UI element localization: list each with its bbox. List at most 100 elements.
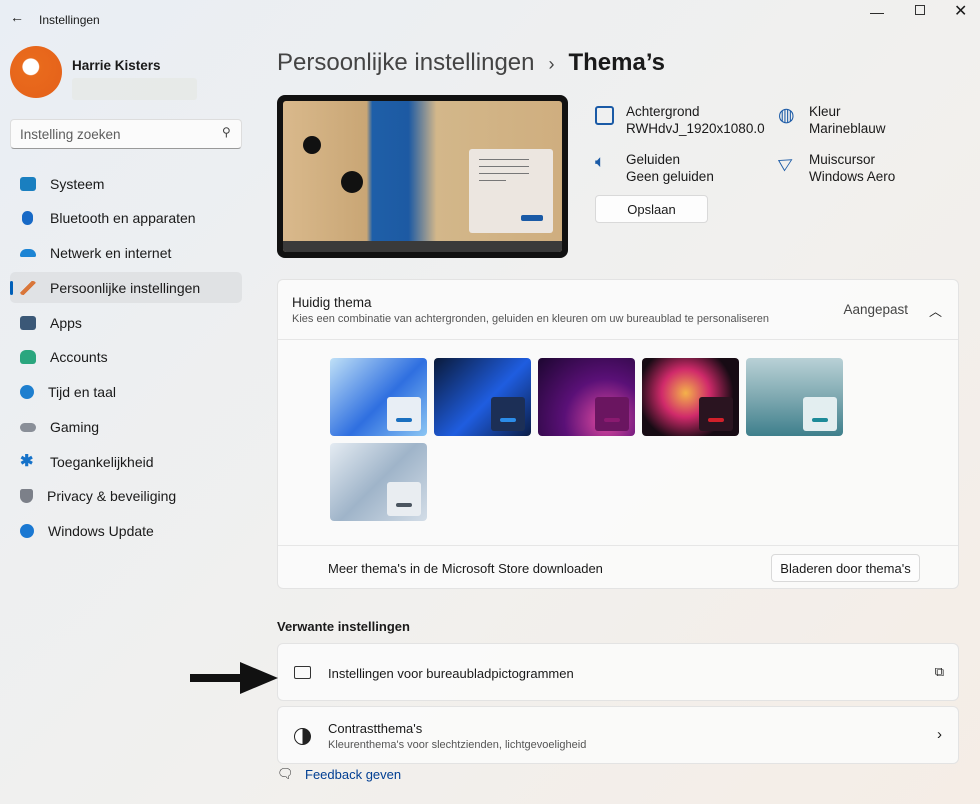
sidebar-item-label: Systeem bbox=[50, 176, 105, 192]
sidebar-item-label: Toegankelijkheid bbox=[50, 454, 154, 470]
feedback-icon: 🗨︎ bbox=[277, 766, 294, 781]
sidebar-item-persoonlijke-instellingen[interactable]: Persoonlijke instellingen bbox=[10, 272, 242, 303]
maximize-icon[interactable] bbox=[915, 5, 925, 15]
palette-icon: ◍ bbox=[778, 105, 795, 126]
theme-accent-bar bbox=[396, 418, 412, 422]
background-value: RWHdvJ_1920x1080.0 bbox=[626, 121, 765, 136]
theme-tile[interactable] bbox=[330, 443, 427, 521]
color-value: Marineblauw bbox=[809, 121, 886, 136]
chevron-up-icon[interactable]: ︿ bbox=[929, 301, 942, 320]
avatar[interactable] bbox=[10, 46, 62, 98]
cursor-icon: ▷ bbox=[775, 150, 797, 174]
desktop-icons-settings-row[interactable]: Instellingen voor bureaubladpictogrammen… bbox=[277, 643, 959, 701]
sidebar-item-apps[interactable]: Apps bbox=[10, 307, 242, 339]
annotation-arrow bbox=[190, 662, 278, 694]
theme-window-preview bbox=[387, 397, 421, 431]
sidebar-item-privacy[interactable]: Privacy & beveiliging bbox=[10, 480, 242, 512]
theme-preview bbox=[277, 95, 568, 258]
sounds-label: Geluiden bbox=[626, 152, 681, 167]
preview-wallpaper bbox=[283, 101, 562, 252]
cursor-value: Windows Aero bbox=[809, 169, 896, 184]
page-title: Thema’s bbox=[568, 49, 665, 76]
color-label: Kleur bbox=[809, 104, 841, 119]
accessibility-icon: ✱ bbox=[20, 453, 34, 470]
sidebar-item-bluetooth[interactable]: Bluetooth en apparaten bbox=[10, 202, 242, 234]
theme-tile[interactable] bbox=[642, 358, 739, 436]
sidebar-item-label: Privacy & beveiliging bbox=[47, 488, 177, 504]
monitor-icon bbox=[294, 666, 311, 679]
back-icon[interactable]: ← bbox=[10, 9, 24, 25]
sidebar-item-label: Gaming bbox=[50, 419, 100, 435]
shield-icon bbox=[20, 489, 33, 503]
theme-window-preview bbox=[699, 397, 733, 431]
update-icon bbox=[20, 524, 34, 538]
theme-tile[interactable] bbox=[434, 358, 531, 436]
related-settings-heading: Verwante instellingen bbox=[277, 619, 410, 634]
sidebar-item-label: Accounts bbox=[50, 349, 108, 365]
sidebar-item-windows-update[interactable]: Windows Update bbox=[10, 515, 242, 547]
minimize-icon[interactable]: — bbox=[870, 4, 884, 20]
search-input[interactable]: Instelling zoeken ⚲ bbox=[10, 119, 242, 149]
sidebar-item-gaming[interactable]: Gaming bbox=[10, 411, 242, 443]
system-icon bbox=[20, 177, 36, 191]
theme-window-preview bbox=[595, 397, 629, 431]
current-theme-value: Aangepast bbox=[843, 302, 908, 317]
sidebar-item-label: Persoonlijke instellingen bbox=[50, 279, 201, 296]
sidebar-item-label: Tijd en taal bbox=[48, 384, 116, 400]
search-placeholder: Instelling zoeken bbox=[20, 127, 121, 142]
user-email-redacted bbox=[72, 78, 197, 100]
current-theme-header[interactable]: Huidig thema Kies een combinatie van ach… bbox=[278, 280, 958, 340]
theme-tile[interactable] bbox=[538, 358, 635, 436]
gamepad-icon bbox=[20, 422, 36, 432]
bluetooth-icon bbox=[22, 211, 33, 225]
cursor-label: Muiscursor bbox=[809, 152, 876, 167]
sidebar-item-toegankelijkheid[interactable]: ✱ Toegankelijkheid bbox=[10, 446, 242, 478]
active-indicator bbox=[10, 281, 13, 295]
contrast-icon bbox=[294, 728, 311, 745]
apps-icon bbox=[20, 316, 36, 330]
preview-window bbox=[469, 149, 553, 233]
sidebar-item-label: Bluetooth en apparaten bbox=[50, 210, 196, 226]
store-text: Meer thema's in de Microsoft Store downl… bbox=[328, 561, 603, 576]
search-icon[interactable]: ⚲ bbox=[222, 125, 231, 139]
contrast-themes-row[interactable]: Contrastthema's Kleurenthema's voor slec… bbox=[277, 706, 959, 764]
theme-accent-bar bbox=[500, 418, 516, 422]
current-theme-card: Huidig thema Kies een combinatie van ach… bbox=[277, 279, 959, 589]
preview-taskbar bbox=[283, 241, 562, 252]
sidebar-item-label: Apps bbox=[50, 315, 82, 331]
current-theme-description: Kies een combinatie van achtergronden, g… bbox=[292, 313, 769, 325]
breadcrumb-parent[interactable]: Persoonlijke instellingen bbox=[277, 49, 534, 77]
current-theme-title: Huidig thema bbox=[292, 295, 372, 310]
sounds-value: Geen geluiden bbox=[626, 169, 714, 184]
accounts-icon bbox=[20, 350, 36, 364]
contrast-label: Contrastthema's bbox=[328, 721, 423, 736]
clock-globe-icon bbox=[20, 385, 34, 399]
theme-window-preview bbox=[491, 397, 525, 431]
sidebar-item-tijd-en-taal[interactable]: Tijd en taal bbox=[10, 376, 242, 408]
sidebar-item-netwerk[interactable]: Netwerk en internet bbox=[10, 237, 242, 269]
save-button[interactable]: Opslaan bbox=[595, 195, 708, 223]
feedback-link[interactable]: Feedback geven bbox=[305, 767, 401, 782]
chevron-right-icon: › bbox=[937, 726, 942, 743]
breadcrumb: Persoonlijke instellingen › Thema’s bbox=[277, 49, 665, 77]
theme-tile[interactable] bbox=[330, 358, 427, 436]
theme-tile[interactable] bbox=[746, 358, 843, 436]
desktop-icons-label: Instellingen voor bureaubladpictogrammen bbox=[328, 666, 574, 681]
browse-themes-button[interactable]: Bladeren door thema's bbox=[771, 554, 920, 582]
sidebar-item-accounts[interactable]: Accounts bbox=[10, 341, 242, 373]
theme-accent-bar bbox=[396, 503, 412, 507]
window-title: Instellingen bbox=[39, 13, 100, 27]
background-label: Achtergrond bbox=[626, 104, 700, 119]
theme-window-preview bbox=[387, 482, 421, 516]
store-row: Meer thema's in de Microsoft Store downl… bbox=[278, 545, 958, 589]
contrast-description: Kleurenthema's voor slechtzienden, licht… bbox=[328, 739, 587, 751]
speaker-icon: 🔈︎ bbox=[595, 152, 606, 171]
close-icon[interactable]: ✕ bbox=[954, 1, 967, 21]
image-icon bbox=[595, 106, 614, 125]
wifi-icon bbox=[20, 249, 36, 257]
breadcrumb-separator: › bbox=[548, 54, 555, 74]
sidebar-item-systeem[interactable]: Systeem bbox=[10, 168, 242, 200]
brush-icon bbox=[20, 280, 36, 295]
sidebar-item-label: Windows Update bbox=[48, 523, 154, 539]
external-link-icon: ⧉ bbox=[934, 664, 944, 679]
